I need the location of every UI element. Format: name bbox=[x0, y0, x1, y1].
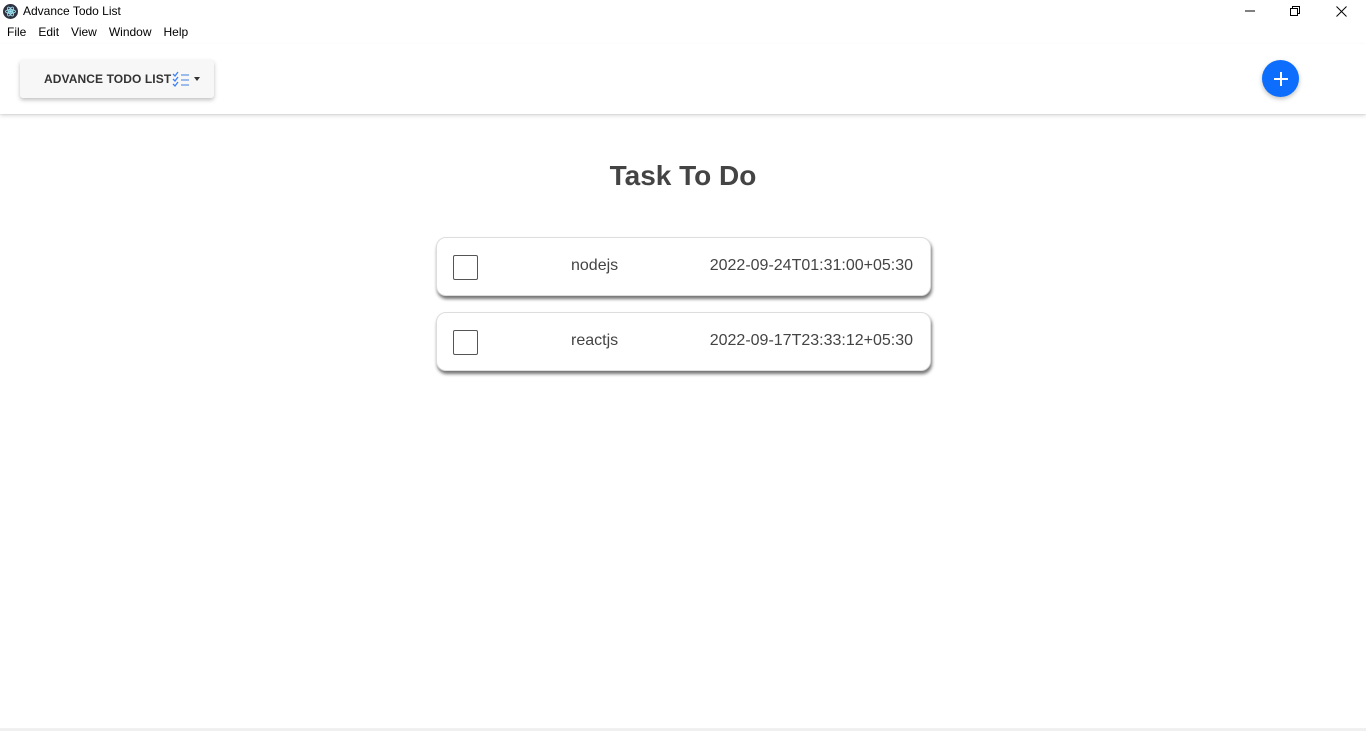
menu-view[interactable]: View bbox=[65, 23, 103, 43]
add-task-button[interactable] bbox=[1262, 60, 1299, 97]
menu-edit[interactable]: Edit bbox=[32, 23, 65, 43]
page-title: Task To Do bbox=[609, 160, 757, 191]
menu-window[interactable]: Window bbox=[103, 23, 158, 43]
task-checkbox[interactable] bbox=[453, 255, 478, 280]
app-header: ADVANCE TODO LIST bbox=[0, 44, 1366, 114]
task-date: 2022-09-17T23:33:12+05:30 bbox=[709, 332, 913, 349]
window-titlebar: Advance Todo List bbox=[0, 0, 1366, 22]
task-date: 2022-09-24T01:31:00+05:30 bbox=[709, 257, 913, 274]
task-checkbox[interactable] bbox=[453, 330, 478, 355]
close-icon bbox=[1335, 5, 1347, 17]
task-name: reactjs bbox=[571, 332, 619, 349]
menu-help[interactable]: Help bbox=[158, 23, 195, 43]
minimize-button[interactable] bbox=[1227, 0, 1273, 22]
restore-button[interactable] bbox=[1272, 0, 1318, 22]
menu-bar: File Edit View Window Help bbox=[0, 23, 194, 43]
menu-file[interactable]: File bbox=[0, 23, 32, 43]
task-name: nodejs bbox=[571, 257, 619, 274]
close-button[interactable] bbox=[1318, 0, 1364, 22]
window-title: Advance Todo List bbox=[23, 4, 121, 18]
restore-icon bbox=[1290, 6, 1300, 16]
checklist-icon bbox=[172, 71, 190, 87]
task-card: nodejs 2022-09-24T01:31:00+05:30 bbox=[436, 237, 931, 296]
app-logo-icon bbox=[3, 4, 18, 19]
task-card: reactjs 2022-09-17T23:33:12+05:30 bbox=[436, 312, 931, 371]
plus-icon bbox=[1273, 71, 1288, 86]
minimize-icon bbox=[1245, 10, 1255, 12]
brand-dropdown-button[interactable]: ADVANCE TODO LIST bbox=[20, 60, 214, 98]
chevron-down-icon bbox=[194, 77, 201, 81]
brand-label: ADVANCE TODO LIST bbox=[44, 72, 172, 86]
